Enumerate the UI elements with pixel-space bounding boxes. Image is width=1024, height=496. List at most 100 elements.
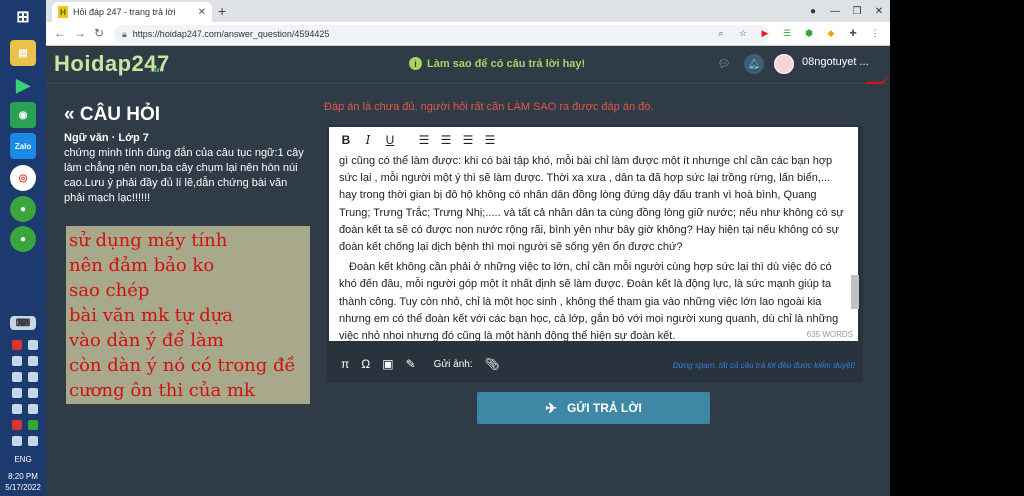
info-icon: i [409,57,422,70]
attach-image-label: Gửi ảnh: [433,358,473,370]
window-controls: ● — ❐ ✕ [802,0,890,22]
answer-textarea[interactable]: gì cũng có thể làm được: khi có bài tập … [329,153,858,341]
extension-yellow-icon[interactable]: ◆ [824,26,838,40]
notification-bell-icon[interactable]: 🔔︎ [744,54,764,74]
close-tab-icon[interactable]: ✕ [198,7,206,18]
image-insert-icon[interactable]: ▣ [382,357,393,371]
user-avatar[interactable] [774,54,794,74]
reload-icon[interactable]: ↻ [94,26,104,40]
answer-paragraph: gì cũng có thể làm được: khi có bài tập … [339,155,844,254]
align-justify-icon[interactable]: ☰ [481,133,499,147]
note-line: nên đảm bảo ko [69,255,215,276]
back-icon[interactable]: ← [54,26,66,40]
note-line: còn dàn ý nó có trong đề [69,355,296,376]
file-explorer-icon[interactable]: ▤ [10,40,36,66]
extension-list-icon[interactable]: ☰ [780,26,794,40]
note-line: vào dàn ý để làm [69,330,224,351]
answer-warning: Đáp án là chưa đủ, người hỏi rất cần LÀM… [324,101,654,113]
tab-strip: H Hỏi đáp 247 - trang trả lời ✕ + ● — ❐ … [46,0,890,22]
extensions-puzzle-icon[interactable]: ✚ [846,26,860,40]
submit-label: GỬI TRẢ LỜI [566,401,642,415]
keyboard-icon[interactable]: ⌨ [10,316,36,330]
extension-shield-icon[interactable]: ⬢ [802,26,816,40]
overlay-note: sử dụng máy tính nên đảm bảo ko sao chép… [66,226,310,404]
tray-icon-6[interactable] [28,372,38,382]
browser-tab[interactable]: H Hỏi đáp 247 - trang trả lời ✕ [52,2,212,22]
language-indicator[interactable]: ENG [0,455,46,464]
app-green-icon[interactable]: ◉ [10,102,36,128]
site-header: Hoidap247 .com i Làm sao để có câu trả l… [46,46,890,84]
answer-tips-text: Làm sao để có câu trả lời hay! [427,57,586,70]
tray-app-icon[interactable] [12,340,22,350]
windows-start-icon[interactable]: ⊞ [10,4,36,30]
editor-toolbar: B I U ☰ ☰ ☰ ☰ [329,127,858,153]
tray-icon-8[interactable] [28,388,38,398]
pi-math-icon[interactable]: π [341,357,349,371]
windows-taskbar: ⊞ ▤ ▶ ◉ Zalo ◎ ● ● ⌨ ENG 8:20 PM 5/17/20… [0,0,46,496]
tray-icon-3[interactable] [12,356,22,366]
bookmark-star-icon[interactable]: ☆ [736,26,750,40]
desktop-background [890,0,1024,496]
clock-date[interactable]: 5/17/2022 [0,483,46,492]
forward-icon[interactable]: → [74,26,86,40]
tray-icon-4[interactable] [28,356,38,366]
editor-scrollbar[interactable] [851,155,859,315]
extension-red-icon[interactable]: ▶ [758,26,772,40]
extension-icons: ⌕ ☆ ▶ ☰ ⬢ ◆ ✚ ⋮ [714,26,882,40]
restore-icon[interactable]: ❐ [846,6,868,17]
username[interactable]: 08ngotuyet ... [802,56,869,68]
tray-icon-2[interactable] [28,340,38,350]
lock-icon[interactable]: 🔒︎ [122,29,127,40]
note-line: bài văn mk tự dựa [69,305,234,326]
underline-icon[interactable]: U [381,133,399,147]
send-icon: ✈︎ [545,399,557,416]
paperclip-icon[interactable]: 📎︎ [485,357,500,371]
browser-window: H Hỏi đáp 247 - trang trả lời ✕ + ● — ❐ … [46,0,890,496]
align-center-icon[interactable]: ☰ [437,133,455,147]
question-heading[interactable]: « CÂU HỎI [64,104,160,126]
tray-icon-5[interactable] [12,372,22,382]
tray-icon-10[interactable] [28,404,38,414]
app-globe-icon[interactable]: ● [10,196,36,222]
new-tab-icon[interactable]: + [218,3,226,19]
url-text: https://hoidap247.com/answer_question/45… [132,29,330,39]
tray-icon-7[interactable] [12,388,22,398]
chrome-icon[interactable]: ◎ [10,165,36,191]
browser-toolbar: ← → ↻ 🔒︎ https://hoidap247.com/answer_qu… [46,22,890,46]
note-line: sử dụng máy tính [69,230,228,251]
tray-icon-14[interactable] [28,436,38,446]
align-right-icon[interactable]: ☰ [459,133,477,147]
bold-icon[interactable]: B [337,133,355,147]
question-text: chứng minh tính đúng đắn của câu tục ngữ… [64,147,304,204]
tab-title: Hỏi đáp 247 - trang trả lời [73,7,176,17]
spam-note: Đừng spam, tất cả câu trả lời đều được k… [672,361,855,370]
site-logo-sub: .com [150,68,164,74]
play-store-icon[interactable]: ▶ [10,72,36,98]
question-subject: Ngữ văn · Lớp 7 [64,132,149,144]
tray-icon-9[interactable] [12,404,22,414]
answer-editor: B I U ☰ ☰ ☰ ☰ gì cũng có thể làm được: k… [327,125,863,383]
tray-icon-12[interactable] [28,420,38,430]
scrollbar-thumb[interactable] [851,275,859,309]
italic-icon[interactable]: I [359,133,377,147]
chat-icon[interactable]: 💬︎ [714,54,734,74]
answer-paragraph: Đoàn kết không cần phải ở những việc to … [339,261,839,341]
zalo-icon[interactable]: Zalo [10,133,36,159]
minimize-icon[interactable]: — [824,6,846,17]
address-bar[interactable]: 🔒︎ https://hoidap247.com/answer_question… [114,25,769,43]
submit-answer-button[interactable]: ✈︎ GỬI TRẢ LỜI [477,392,710,424]
omega-symbol-icon[interactable]: Ω [361,357,370,371]
note-line: cương ôn thi của mk [69,380,255,401]
zoom-icon[interactable]: ⌕ [714,26,728,40]
tray-icon-11[interactable] [12,420,22,430]
answer-tips-link[interactable]: i Làm sao để có câu trả lời hay! [409,57,585,70]
clock-time[interactable]: 8:20 PM [0,472,46,481]
tray-icon-13[interactable] [12,436,22,446]
close-window-icon[interactable]: ✕ [868,6,890,17]
app-globe-2-icon[interactable]: ● [10,226,36,252]
draw-icon[interactable]: ✎ [406,357,416,371]
hoidap-favicon: H [58,6,68,18]
align-left-icon[interactable]: ☰ [415,133,433,147]
chrome-menu-icon[interactable]: ⋮ [868,26,882,40]
profile-indicator-icon[interactable]: ● [802,6,824,17]
